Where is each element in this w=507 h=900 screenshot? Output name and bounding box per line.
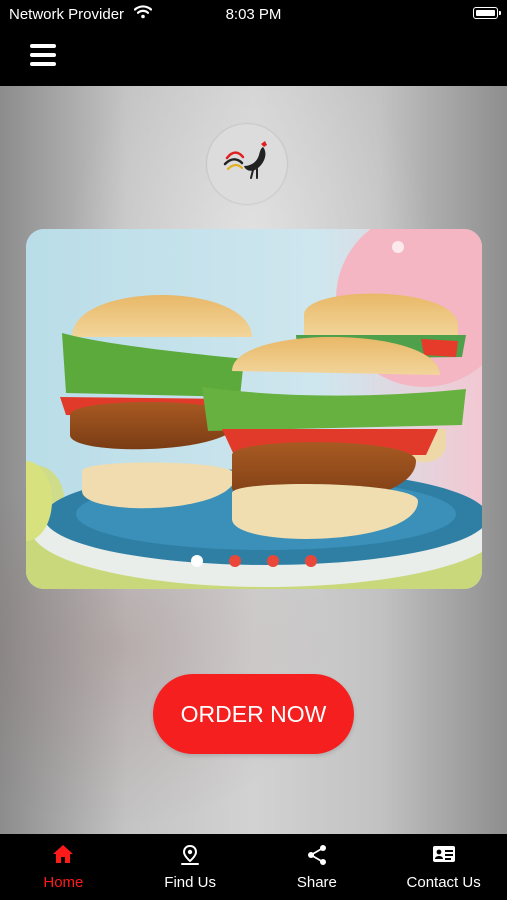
order-now-button[interactable]: ORDER NOW [153,674,354,754]
rooster-logo [207,124,287,204]
home-content: ORDER NOW [0,86,507,834]
tab-contact-us-label: Contact Us [406,874,481,891]
home-icon [52,844,74,869]
tab-contact-us[interactable]: Contact Us [380,834,507,900]
battery-icon [473,7,501,19]
carousel-dot-3[interactable] [267,555,279,567]
veggie-burgers-photo [26,229,482,589]
share-icon [306,844,328,871]
location-pin-icon [179,844,201,871]
carousel-dot-4[interactable] [305,555,317,567]
promo-banner-carousel[interactable] [26,229,482,589]
tab-home-label: Home [43,874,84,891]
tab-find-us[interactable]: Find Us [127,834,254,900]
tab-find-us-label: Find Us [164,874,216,891]
carousel-dot-1[interactable] [191,555,203,567]
hamburger-menu-icon[interactable] [30,44,58,68]
carousel-dot-2[interactable] [229,555,241,567]
tab-home[interactable]: Home [0,834,127,900]
carousel-pagination [26,555,482,567]
status-bar: Network Provider 8:03 PM [0,0,507,28]
bottom-tab-bar: Home Find Us Share Contact Us [0,834,507,900]
tab-share[interactable]: Share [254,834,381,900]
status-time: 8:03 PM [225,6,282,23]
top-nav-bar [0,28,507,86]
tab-share-label: Share [296,874,337,891]
contact-card-icon [432,844,456,869]
